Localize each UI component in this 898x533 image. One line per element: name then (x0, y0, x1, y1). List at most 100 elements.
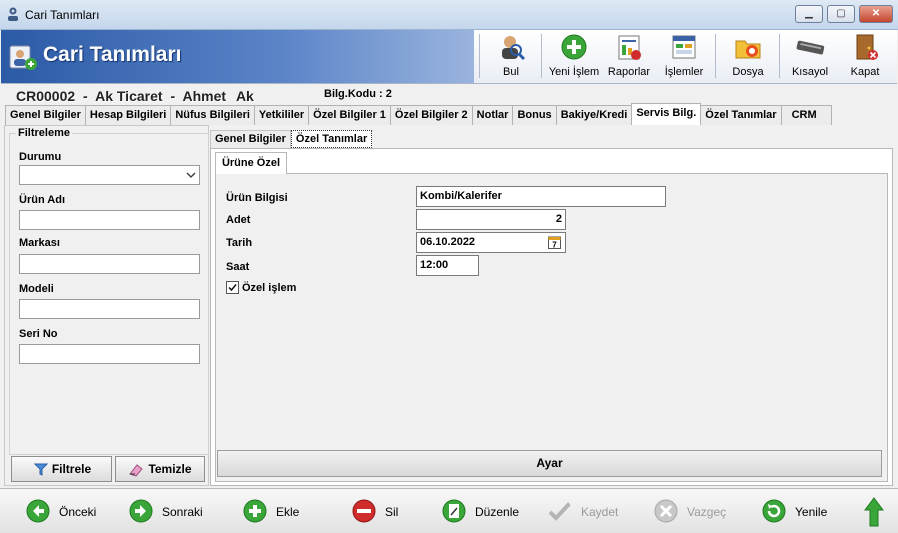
urun-adi-input[interactable] (19, 210, 200, 230)
toolbar-separator (541, 34, 542, 78)
filter-legend: Filtreleme (16, 127, 72, 139)
refresh-icon (762, 499, 786, 523)
record-first-name: Ahmet (182, 88, 227, 104)
clear-button[interactable]: Temizle (115, 456, 205, 482)
tab-bonus[interactable]: Bonus (512, 105, 557, 125)
tab-yetkililer[interactable]: Yetkililer (253, 105, 310, 125)
funnel-icon (34, 463, 48, 476)
arrow-left-icon (26, 499, 50, 523)
previous-button[interactable]: Önceki (26, 499, 106, 525)
cancel-button[interactable]: Vazgeç (654, 499, 734, 525)
main-tabs: Genel Bilgiler Hesap Bilgileri Nüfus Bil… (5, 103, 832, 125)
previous-label: Önceki (59, 505, 97, 519)
keyboard-icon (796, 40, 825, 55)
tarih-value: 06.10.2022 (420, 236, 476, 248)
banner-title-area: Cari Tanımları (1, 30, 474, 83)
header-banner: Cari Tanımları Bul Yeni İşlem Raporlar İ… (1, 30, 897, 84)
tab-ozel-tanimlar[interactable]: Özel Tanımlar (700, 105, 782, 125)
search-user-icon (502, 36, 526, 61)
edit-icon (442, 499, 466, 523)
filter-button[interactable]: Filtrele (11, 456, 112, 482)
tarih-input[interactable]: 06.10.2022 7 (416, 232, 566, 253)
eraser-icon (129, 464, 143, 477)
filter-button-label: Filtrele (51, 462, 92, 476)
record-last-name: Ak (235, 88, 254, 104)
toolbar-operations-button[interactable]: İşlemler (661, 33, 707, 81)
next-button[interactable]: Sonraki (129, 499, 209, 525)
separator: - (170, 88, 176, 104)
delete-button[interactable]: Sil (352, 499, 412, 525)
minimize-button[interactable]: ▁ (795, 5, 823, 23)
toolbar-reports-button[interactable]: Raporlar (605, 33, 653, 81)
window-title: Cari Tanımları (25, 8, 100, 22)
minus-icon (352, 499, 376, 523)
add-button[interactable]: Ekle (243, 499, 313, 525)
markasi-label: Markası (19, 237, 60, 249)
toolbar-find-button[interactable]: Bul (493, 33, 529, 81)
bottom-navbar: Önceki Sonraki Ekle Sil Düzenle Kaydet V… (0, 488, 898, 533)
exit-door-icon (856, 34, 878, 60)
tab-urune-ozel[interactable]: Ürüne Özel (215, 152, 287, 174)
toolbar-separator (779, 34, 780, 78)
add-label: Ekle (276, 505, 300, 519)
tab-hesap-bilgileri[interactable]: Hesap Bilgileri (84, 105, 172, 125)
tab-servis-bilg[interactable]: Servis Bilg. (631, 103, 702, 125)
page-title: Cari Tanımları (43, 43, 182, 66)
tab-crm[interactable]: CRM (780, 105, 832, 125)
tab-notlar[interactable]: Notlar (471, 105, 514, 125)
tab-ozel-bilgiler-1[interactable]: Özel Bilgiler 1 (308, 105, 391, 125)
tab-ozel-bilgiler-2[interactable]: Özel Bilgiler 2 (389, 105, 473, 125)
toolbar-close-label: Kapat (850, 66, 880, 78)
save-label: Kaydet (581, 505, 619, 519)
markasi-input[interactable] (19, 254, 200, 274)
subtab-genel-bilgiler[interactable]: Genel Bilgiler (210, 130, 291, 148)
refresh-button[interactable]: Yenile (762, 499, 842, 525)
plus-icon (243, 499, 267, 523)
toolbar-file-button[interactable]: Dosya (727, 33, 769, 81)
record-code: CR00002 (16, 88, 76, 104)
svg-text:7: 7 (552, 241, 557, 250)
durumu-label: Durumu (19, 151, 62, 163)
toolbar-file-label: Dosya (732, 66, 764, 78)
toolbar-find-label: Bul (503, 66, 519, 78)
ozel-islem-checkbox[interactable] (226, 281, 239, 294)
next-label: Sonraki (162, 505, 203, 519)
sub-tabs: Genel Bilgiler Özel Tanımlar (210, 130, 373, 148)
tab-bakiye-kredi[interactable]: Bakiye/Kredi (555, 105, 633, 125)
cancel-icon (654, 499, 678, 523)
edit-button[interactable]: Düzenle (442, 499, 532, 525)
user-card-icon (9, 45, 37, 70)
modeli-input[interactable] (19, 299, 200, 319)
seri-no-input[interactable] (19, 344, 200, 364)
urun-adi-label: Ürün Adı (19, 194, 66, 206)
saat-input[interactable]: 12:00 (416, 255, 479, 276)
save-button[interactable]: Kaydet (548, 499, 628, 525)
toolbar-shortcut-button[interactable]: Kısayol (787, 33, 833, 81)
ozel-islem-label: Özel işlem (242, 282, 297, 294)
delete-label: Sil (385, 505, 399, 519)
subtab-ozel-tanimlar[interactable]: Özel Tanımlar (290, 130, 373, 148)
close-button[interactable]: ✕ (859, 5, 893, 23)
toolbar-reports-label: Raporlar (607, 66, 651, 78)
ayar-button[interactable]: Ayar (217, 450, 882, 477)
record-header: CR00002 - Ak Ticaret - Ahmet Ak (16, 88, 254, 104)
tab-nufus-bilgileri[interactable]: Nüfus Bilgileri (170, 105, 255, 125)
toolbar-close-button[interactable]: Kapat (847, 33, 883, 81)
operations-icon (672, 35, 696, 59)
edit-label: Düzenle (475, 505, 520, 519)
clear-button-label: Temizle (148, 462, 192, 476)
urun-bilgisi-label: Ürün Bilgisi (226, 192, 288, 204)
durumu-select[interactable] (19, 165, 200, 185)
maximize-button[interactable]: ▢ (827, 5, 855, 23)
toolbar-operations-label: İşlemler (664, 66, 704, 78)
seri-no-label: Seri No (19, 328, 58, 340)
app-icon (8, 7, 18, 21)
urun-bilgisi-input[interactable]: Kombi/Kalerifer (416, 186, 666, 207)
arrow-up-icon[interactable] (864, 497, 884, 527)
toolbar-new-button[interactable]: Yeni İşlem (547, 33, 601, 81)
adet-input[interactable]: 2 (416, 209, 566, 230)
record-company: Ak Ticaret (95, 88, 163, 104)
calendar-icon[interactable]: 7 (548, 235, 561, 249)
tab-genel-bilgiler[interactable]: Genel Bilgiler (5, 105, 86, 125)
toolbar-shortcut-label: Kısayol (791, 66, 829, 78)
